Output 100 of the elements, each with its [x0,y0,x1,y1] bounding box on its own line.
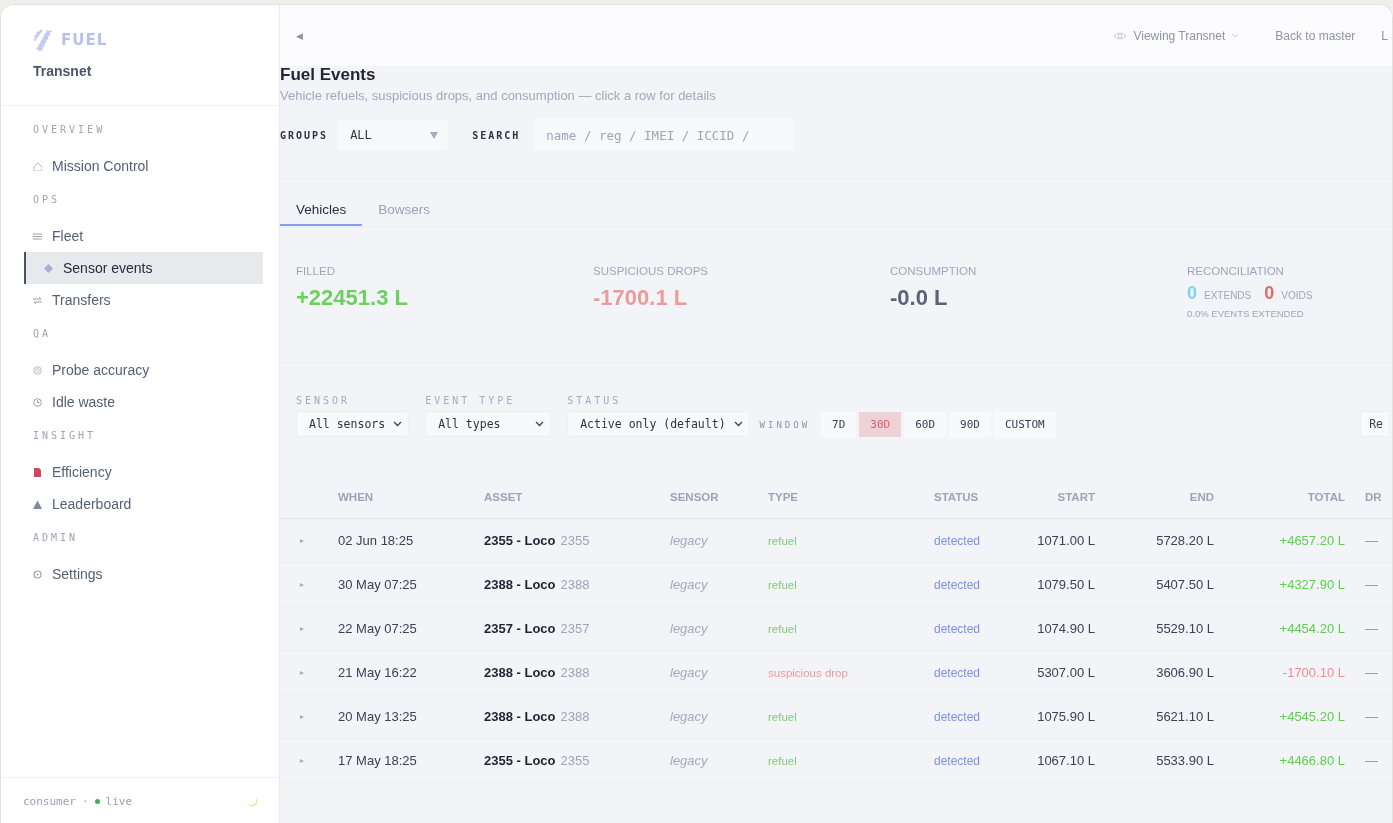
section-heading: OPS [32,193,62,207]
window-button[interactable]: 7D [821,412,857,437]
event-type: suspicious drop [768,666,849,679]
clock-icon [33,397,42,407]
gear-icon [33,569,42,579]
table-cell-text: +4545.20 L [1278,709,1345,724]
list-icon [33,231,42,241]
table-cell-text: 5529.10 L [1155,621,1214,636]
event-type: refuel [768,534,798,547]
table-cell-text: — [1364,753,1379,768]
filter-dropdown[interactable]: Active only (default) [567,411,750,437]
asset-id: 2355 [560,533,590,548]
stat-label: CONSUMPTION [890,265,978,277]
table-cell-text: legacy [670,533,709,548]
column-header: SENSOR [670,490,720,503]
table-cell-text: +4454.20 L [1278,621,1345,636]
table-cell-text: 1071.00 L [1036,533,1095,548]
asset-name: 2388 - Loco [484,709,556,724]
table-cell-text: legacy [670,621,709,636]
separator: · [82,794,89,808]
filter-dropdown[interactable]: All types [425,411,552,437]
column-header: START [1056,490,1095,503]
column-header: DR [1364,490,1383,503]
section-heading: QA [32,327,53,341]
asset-id: 2388 [560,665,590,680]
window-button[interactable]: CUSTOM [993,412,1056,437]
asset-name: 2388 - Loco [484,577,556,592]
event-type: refuel [768,622,798,635]
nav-item[interactable]: Settings [1,558,263,590]
voids-label: VOIDS [1281,290,1313,301]
table-cell-text: 1067.10 L [1036,753,1095,768]
event-type: refuel [768,710,798,723]
stat-label: RECONCILIATION [1187,265,1285,277]
nav-item[interactable]: Leaderboard [1,488,263,520]
nav-item[interactable]: Idle waste [1,386,263,418]
stat-value: -1700.1 L [593,285,689,311]
moon-icon [247,796,257,806]
extends-count: 0 [1187,283,1197,304]
org-name: Transnet [33,63,93,79]
window-label: WINDOW [759,419,811,430]
event-status: detected [933,709,982,724]
target-icon [33,365,42,375]
event-status: detected [933,665,982,680]
logo-icon [33,27,53,53]
event-type: refuel [768,578,798,591]
page-subtitle: Vehicle refuels, suspicious drops, and consumption — click a row for details [280,88,717,105]
filter-label: STATUS [567,395,623,406]
stat-value: -0.0 L [890,285,949,311]
groups-label: GROUPS [280,129,329,141]
logo-text: FUEL [61,31,108,49]
chevron-icon [1231,33,1240,38]
search-label: SEARCH [472,129,521,141]
stat-label: SUSPICIOUS DROPS [593,265,710,277]
filter-dropdown[interactable]: All sensors [296,411,410,437]
diamond-icon [44,263,53,273]
table-cell-text: legacy [670,577,709,592]
table-cell-text: 5621.10 L [1155,709,1214,724]
table-cell-text: — [1364,621,1379,636]
eye-icon [1113,30,1128,41]
action-button[interactable]: Re [1360,411,1390,437]
caret-icon [430,131,439,139]
asset-name: 2355 - Loco [484,753,556,768]
table-cell-text: 21 May 16:22 [338,665,418,680]
asset-id: 2388 [560,577,590,592]
viewing-label: Viewing Transnet [1133,28,1226,43]
table-cell-text: 1074.90 L [1036,621,1095,636]
extended-note: 0.0% EVENTS EXTENDED [1187,308,1305,319]
groups-dropdown[interactable]: ALL [338,120,449,150]
table-cell-text: legacy [670,709,709,724]
table-cell-text: legacy [670,665,709,680]
table-cell-text: 5728.20 L [1155,533,1214,548]
nav-item[interactable]: Transfers [1,284,263,316]
arrows-icon [33,295,42,305]
fuel-can-icon [33,467,42,477]
page-title: Fuel Events [280,66,377,84]
nav-item[interactable]: Mission Control [1,150,263,182]
table-cell-text: — [1364,665,1379,680]
section-heading: OVERVIEW [32,123,107,137]
nav-item[interactable]: Probe accuracy [1,354,263,386]
search-field[interactable]: name / reg / IMEI / ICCID / [534,119,795,151]
table-cell-text: 22 May 07:25 [338,621,418,636]
section-heading: INSIGHT [32,429,98,443]
table-cell-text: — [1364,533,1379,548]
nav-item[interactable]: Sensor events [24,252,263,284]
tab[interactable]: Vehicles [280,194,363,226]
table-cell-text: legacy [670,753,709,768]
event-type: refuel [768,754,798,767]
table-cell-text: 1079.50 L [1036,577,1095,592]
asset-name: 2355 - Loco [484,533,556,548]
window-button[interactable]: 60D [904,412,947,437]
column-header: TOTAL [1306,490,1345,503]
window-button[interactable]: 90D [949,412,991,437]
asset-name: 2357 - Loco [484,621,556,636]
chevron-icon [733,421,743,427]
event-status: detected [933,533,982,548]
table-cell-text: 5407.50 L [1155,577,1214,592]
table-cell-text: +4466.80 L [1278,753,1345,768]
voids-count: 0 [1264,283,1275,304]
nav-item[interactable]: Fleet [1,220,263,252]
nav-item[interactable]: Efficiency [1,456,263,488]
